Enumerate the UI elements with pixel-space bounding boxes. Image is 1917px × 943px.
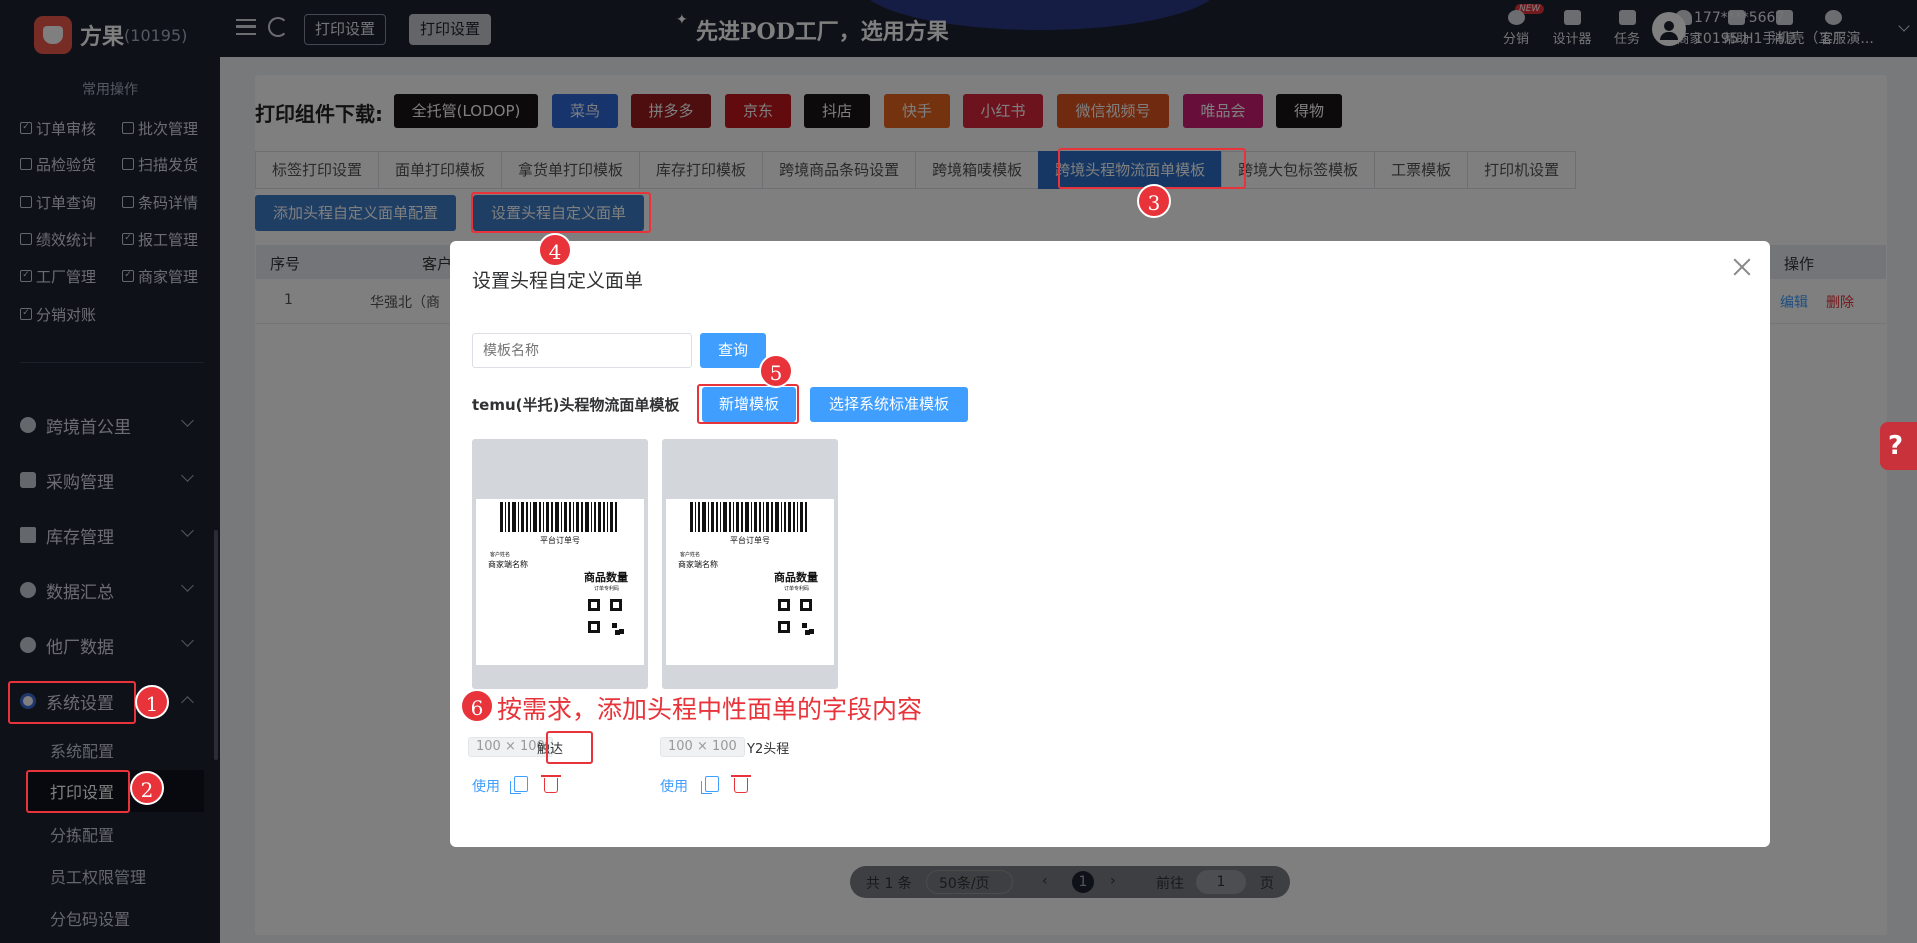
label-customer: 客户姓名 xyxy=(490,552,511,558)
copy-icon[interactable] xyxy=(510,776,528,794)
highlight-add-template xyxy=(697,384,799,424)
template-card[interactable]: 平台订单号 客户姓名 商家端名称 商品数量 订单专利码 xyxy=(662,439,838,689)
qr-code-icon xyxy=(588,599,624,635)
step-3-badge: 3 xyxy=(1137,184,1171,218)
step-2-badge: 2 xyxy=(130,771,164,805)
template-card[interactable]: 平台订单号 客户姓名 商家端名称 商品数量 订单专利码 xyxy=(472,439,648,689)
label-order-no: 平台订单号 xyxy=(540,536,580,545)
template-name-input[interactable] xyxy=(472,333,692,368)
template-name: Y2头程 xyxy=(747,742,790,757)
step-1-badge: 1 xyxy=(135,685,169,719)
label-goods-sub: 订单专利码 xyxy=(594,586,620,592)
highlight-template-name xyxy=(546,731,593,764)
barcode-icon xyxy=(690,502,810,532)
step-5-badge: 5 xyxy=(759,354,793,388)
use-template-link[interactable]: 使用 xyxy=(660,776,688,796)
close-icon[interactable] xyxy=(1732,256,1752,276)
section-label: temu(半托)头程物流面单模板 xyxy=(472,396,680,414)
label-goods: 商品数量 xyxy=(584,571,628,584)
barcode-icon xyxy=(500,502,620,532)
highlight-first-leg-tab xyxy=(1058,148,1246,189)
label-merchant: 商家端名称 xyxy=(678,560,718,569)
label-preview: 平台订单号 客户姓名 商家端名称 商品数量 订单专利码 xyxy=(666,499,834,665)
highlight-system-settings xyxy=(8,681,136,724)
label-customer: 客户姓名 xyxy=(680,552,701,558)
select-standard-template-button[interactable]: 选择系统标准模板 xyxy=(810,387,968,422)
label-order-no: 平台订单号 xyxy=(730,536,770,545)
step-6-badge: 6 xyxy=(460,689,494,723)
qr-code-icon xyxy=(778,599,814,635)
dialog-title: 设置头程自定义面单 xyxy=(472,270,644,292)
label-preview: 平台订单号 客户姓名 商家端名称 商品数量 订单专利码 xyxy=(476,499,644,665)
help-float-icon[interactable]: ? xyxy=(1880,422,1917,470)
step-4-badge: 4 xyxy=(538,233,572,267)
query-button[interactable]: 查询 xyxy=(700,333,766,368)
label-merchant: 商家端名称 xyxy=(488,560,528,569)
highlight-set-button xyxy=(471,192,651,233)
delete-icon[interactable] xyxy=(541,775,561,793)
custom-waybill-dialog: 设置头程自定义面单 查询 temu(半托)头程物流面单模板 新增模板 选择系统标… xyxy=(450,241,1770,847)
instruction-note: 按需求，添加头程中性面单的字段内容 xyxy=(497,695,923,724)
label-goods-sub: 订单专利码 xyxy=(784,586,810,592)
copy-icon[interactable] xyxy=(701,776,719,794)
label-goods: 商品数量 xyxy=(774,571,818,584)
highlight-print-settings xyxy=(26,770,130,813)
delete-icon[interactable] xyxy=(731,775,751,793)
template-size: 100 × 100 xyxy=(660,737,745,757)
use-template-link[interactable]: 使用 xyxy=(472,776,500,796)
